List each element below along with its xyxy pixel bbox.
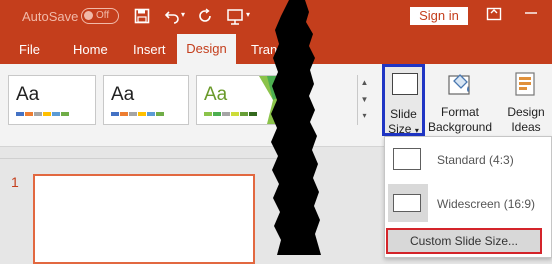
theme-preview-text: Aa xyxy=(111,84,135,105)
undo-dropdown-icon[interactable]: ▾ xyxy=(181,10,185,19)
tab-home[interactable]: Home xyxy=(73,42,108,57)
present-from-start-icon[interactable] xyxy=(226,8,244,26)
chevron-down-icon: ▾ xyxy=(414,126,419,135)
slide-thumbnail[interactable] xyxy=(33,174,255,264)
design-ideas-icon xyxy=(515,72,535,96)
theme-color-swatch xyxy=(147,112,155,116)
autosave-state: Off xyxy=(96,10,110,21)
widescreen-aspect-icon xyxy=(393,194,421,212)
format-background-icon xyxy=(448,74,470,95)
scroll-up-icon[interactable]: ▲ xyxy=(360,77,369,89)
theme-preview-text: Aa xyxy=(204,84,228,105)
theme-color-swatch xyxy=(120,112,128,116)
theme-color-bars xyxy=(16,112,69,116)
theme-gallery-scroll[interactable]: ▲ ▼ ▾ xyxy=(357,75,371,125)
gallery-more-icon[interactable]: ▾ xyxy=(360,110,369,122)
slide-size-button[interactable]: Slide Size ▾ xyxy=(382,64,425,136)
slide-size-label-1: Slide xyxy=(390,107,417,121)
theme-color-swatch xyxy=(111,112,119,116)
design-ideas-button[interactable]: Design Ideas xyxy=(500,68,552,138)
autosave-label: AutoSave xyxy=(22,9,79,24)
menu-item-widescreen[interactable]: Widescreen (16:9) xyxy=(437,197,535,211)
theme-color-swatch xyxy=(52,112,60,116)
scroll-down-icon[interactable]: ▼ xyxy=(360,94,369,106)
qat-customize-icon[interactable]: ▾ xyxy=(246,10,250,19)
tab-insert[interactable]: Insert xyxy=(133,42,166,57)
slide-size-icon xyxy=(392,73,418,95)
toggle-knob xyxy=(84,11,93,20)
ribbon-display-options-icon[interactable] xyxy=(484,6,504,26)
theme-color-swatch xyxy=(204,112,212,116)
theme-color-swatch xyxy=(138,112,146,116)
autosave-toggle[interactable]: Off xyxy=(81,8,119,24)
theme-preview-text: Aa xyxy=(16,84,40,105)
slide-size-label-2: Size xyxy=(388,122,412,136)
theme-thumbnail-office[interactable]: Aa xyxy=(8,75,96,125)
theme-color-swatch xyxy=(222,112,230,116)
minimize-icon[interactable] xyxy=(521,6,541,26)
pane-divider xyxy=(0,158,290,159)
design-ideas-label-2: Ideas xyxy=(511,120,541,134)
theme-color-swatch xyxy=(16,112,24,116)
tab-design[interactable]: Design xyxy=(177,34,236,64)
theme-color-swatch xyxy=(34,112,42,116)
theme-color-swatch xyxy=(213,112,221,116)
theme-color-swatch xyxy=(61,112,69,116)
save-icon[interactable] xyxy=(133,8,151,26)
format-background-label-2: Background xyxy=(427,120,493,134)
format-background-label-1: Format xyxy=(440,105,479,119)
undo-icon[interactable] xyxy=(163,8,181,26)
custom-slide-size-button[interactable]: Custom Slide Size... xyxy=(386,228,542,254)
theme-color-bars xyxy=(111,112,164,116)
tab-file[interactable]: File xyxy=(19,42,40,57)
design-ideas-label-1: Design xyxy=(507,105,545,119)
theme-color-swatch xyxy=(43,112,51,116)
menu-item-standard[interactable]: Standard (4:3) xyxy=(437,153,514,167)
slide-number: 1 xyxy=(11,174,19,190)
theme-color-swatch xyxy=(249,112,257,116)
theme-color-swatch xyxy=(231,112,239,116)
sign-in-button[interactable]: Sign in xyxy=(410,7,468,25)
theme-thumbnail-office-theme[interactable]: Aa xyxy=(103,75,189,125)
redo-icon[interactable] xyxy=(196,8,214,26)
theme-color-swatch xyxy=(129,112,137,116)
theme-color-bars xyxy=(204,112,257,116)
theme-color-swatch xyxy=(25,112,33,116)
theme-color-swatch xyxy=(156,112,164,116)
format-background-button[interactable]: Format Background xyxy=(428,68,492,138)
redaction-mark xyxy=(271,0,321,255)
theme-color-swatch xyxy=(240,112,248,116)
standard-aspect-icon xyxy=(393,148,421,170)
